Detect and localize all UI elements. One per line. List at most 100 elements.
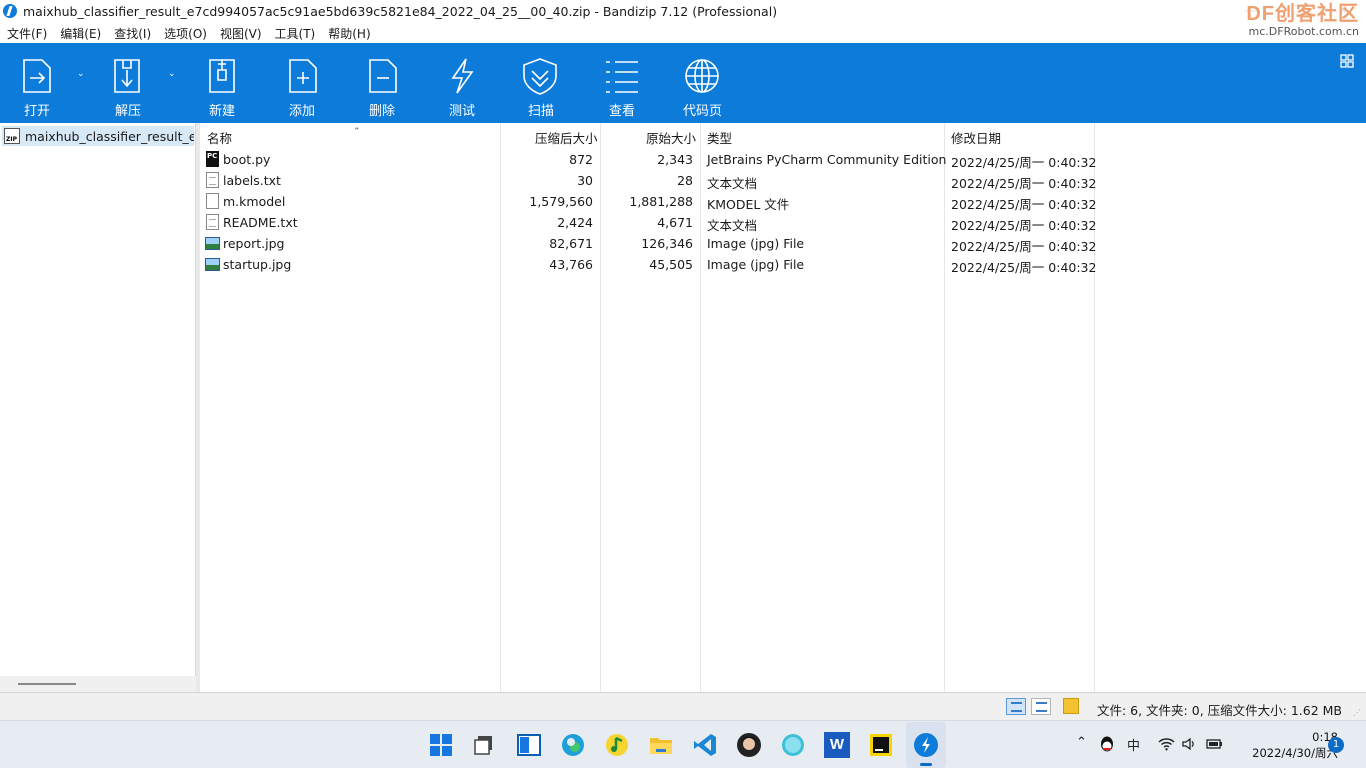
pycharm-icon[interactable] [868,732,894,758]
menu-options[interactable]: 选项(O) [160,22,211,42]
test-button[interactable]: 测试 [442,43,484,123]
qq-music-icon[interactable] [604,732,630,758]
bandizip-icon [914,733,938,757]
menu-find[interactable]: 查找(I) [110,22,155,42]
windows-start-icon[interactable] [428,732,454,758]
column-header-original-size[interactable]: 原始大小 [646,128,696,147]
system-clock[interactable]: 0:18 2022/4/30/周六 [1252,729,1338,761]
file-original-size: 45,505 [649,257,693,272]
preview-view-icon [1036,702,1047,712]
layout-grid-icon[interactable] [1340,54,1354,68]
watermark: DF创客社区 mc.DFRobot.com.cn [1243,2,1362,38]
extract-dropdown-chevron-icon[interactable]: ⌄ [168,69,176,79]
file-name: labels.txt [223,173,281,188]
file-type: 文本文档 [707,218,758,233]
file-compressed-size: 1,579,560 [529,194,593,209]
column-header-type[interactable]: 类型 [707,128,732,147]
word-icon[interactable]: W [824,732,850,758]
qq-icon[interactable] [1098,735,1116,753]
file-original-size: 2,343 [657,152,693,167]
vscode-icon[interactable] [692,732,718,758]
taskbar: W ⌃ 中 0:18 2022/4/30/周六 1 [0,720,1366,768]
menu-bar: 文件(F) 编辑(E) 查找(I) 选项(O) 视图(V) 工具(T) 帮助(H… [0,22,380,42]
zip-archive-icon [4,128,20,144]
add-button[interactable]: 添加 [282,43,324,123]
details-view-button[interactable] [1006,698,1026,715]
open-dropdown-chevron-icon[interactable]: ⌄ [77,69,85,79]
tree-item-label: maixhub_classifier_result_e7cd994057ac5c… [25,129,194,144]
file-original-size: 126,346 [641,236,693,251]
file-row[interactable]: m.kmodel 1,579,560 1,881,288 KMODEL 文件 2… [200,191,1096,212]
edge-browser-icon[interactable] [560,732,586,758]
file-row[interactable]: startup.jpg 43,766 45,505 Image (jpg) Fi… [200,254,1097,275]
view-button[interactable]: 查看 [602,43,644,123]
clock-date: 2022/4/30/周六 [1252,746,1338,760]
file-original-size: 4,671 [657,215,693,230]
ime-indicator[interactable]: 中 [1127,735,1140,754]
menu-file[interactable]: 文件(F) [3,22,51,42]
bandizip-app-icon [3,4,17,18]
menu-help[interactable]: 帮助(H) [324,22,374,42]
file-name: boot.py [223,152,271,167]
codepage-button[interactable]: 代码页 [682,43,724,123]
open-icon [23,59,51,93]
open-button[interactable]: 打开 [16,43,58,123]
pycharm-file-icon [206,151,219,167]
column-header-modified[interactable]: 修改日期 [951,128,1001,147]
file-name: m.kmodel [223,194,286,209]
extract-button[interactable]: 解压 [107,43,149,123]
task-view-icon[interactable] [472,732,498,758]
file-modified-date: 2022/4/25/周一 0:40:32 [951,218,1097,233]
delete-button[interactable]: 删除 [362,43,404,123]
watermark-url: mc.DFRobot.com.cn [1248,25,1359,38]
menu-edit[interactable]: 编辑(E) [56,22,105,42]
app-circle-icon[interactable] [780,732,806,758]
scan-button[interactable]: 扫描 [520,43,562,123]
extract-icon [114,59,140,93]
file-row[interactable]: README.txt 2,424 4,671 文本文档 2022/4/25/周一… [200,212,1097,233]
file-row[interactable]: boot.py 872 2,343 JetBrains PyCharm Comm… [200,149,1096,170]
file-row[interactable]: report.jpg 82,671 126,346 Image (jpg) Fi… [200,233,1096,254]
bandizip-window: maixhub_classifier_result_e7cd994057ac5c… [0,0,1366,768]
resize-grip-icon[interactable]: ⋰ [1353,708,1363,718]
text-file-icon [206,214,219,230]
volume-icon[interactable] [1182,737,1197,751]
file-modified-date: 2022/4/25/周一 0:40:32 [951,260,1097,275]
notification-badge[interactable]: 1 [1328,737,1344,753]
file-compressed-size: 82,671 [549,236,593,251]
image-file-icon [205,258,220,271]
file-original-size: 1,881,288 [629,194,693,209]
details-view-icon [1011,702,1022,712]
battery-plugged-icon[interactable] [1206,737,1223,751]
file-type: JetBrains PyCharm Community Edition [707,152,947,167]
file-row[interactable]: labels.txt 30 28 文本文档 2022/4/25/周一 0:40:… [200,170,1096,191]
folder-icon[interactable] [1063,698,1079,714]
preview-view-button[interactable] [1031,698,1051,715]
codepage-label: 代码页 [683,104,723,119]
file-list-pane: 名称 ⌃ 压缩后大小 原始大小 类型 修改日期 boot.py 872 2,34… [200,123,1366,692]
new-archive-button[interactable]: 新建 [202,43,244,123]
user-avatar-icon[interactable] [736,732,762,758]
tree-horizontal-scrollbar[interactable] [0,676,196,692]
file-type: 文本文档 [707,176,758,191]
snap-layout-icon[interactable] [516,732,542,758]
file-compressed-size: 872 [569,152,593,167]
scan-label: 扫描 [528,104,555,119]
file-name: startup.jpg [223,257,292,272]
sort-ascending-icon: ⌃ [353,127,361,137]
column-header-compressed-size[interactable]: 压缩后大小 [535,128,598,147]
title-bar[interactable]: maixhub_classifier_result_e7cd994057ac5c… [0,0,1366,38]
column-header-name[interactable]: 名称 ⌃ [207,127,361,147]
lightning-icon [451,58,474,94]
menu-view[interactable]: 视图(V) [216,22,266,42]
text-file-icon [206,172,219,188]
tree-item-archive-root[interactable]: maixhub_classifier_result_e7cd994057ac5c… [2,126,194,146]
menu-tools[interactable]: 工具(T) [271,22,320,42]
file-compressed-size: 30 [577,173,593,188]
tray-overflow-chevron-icon[interactable]: ⌃ [1076,735,1087,750]
bandizip-taskbar-button[interactable] [906,722,946,768]
wifi-icon[interactable] [1158,737,1175,751]
file-explorer-icon[interactable] [648,732,674,758]
extract-label: 解压 [115,104,142,119]
tree-scrollbar-thumb[interactable] [18,683,76,685]
